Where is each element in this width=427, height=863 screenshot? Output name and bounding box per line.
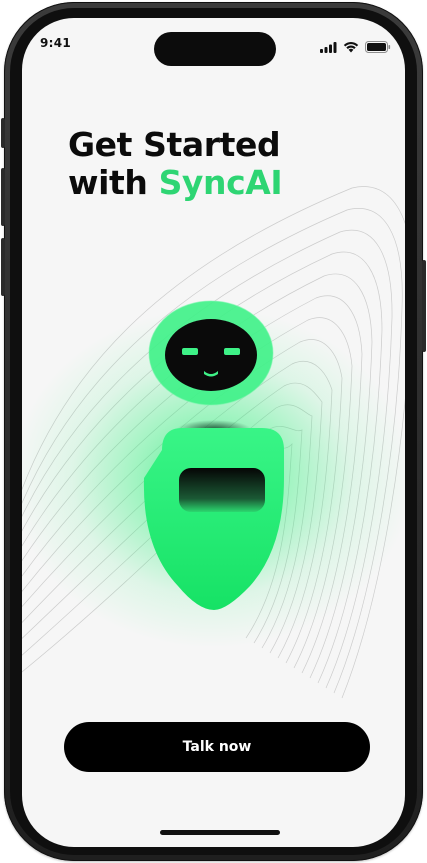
hero-illustration — [22, 186, 405, 699]
status-icons — [320, 38, 391, 57]
dynamic-island — [154, 32, 276, 66]
home-indicator[interactable] — [160, 830, 280, 835]
title-line-1: Get Started — [68, 125, 281, 164]
battery-icon — [365, 38, 391, 57]
phone-frame: 9:41 Get Started with SyncAI Talk now — [1, 2, 426, 861]
power-button — [422, 260, 426, 352]
status-bar: 9:41 — [22, 18, 405, 72]
volume-down-button — [1, 238, 5, 296]
talk-now-label: Talk now — [182, 739, 252, 755]
volume-up-button — [1, 168, 5, 226]
talk-now-button[interactable]: Talk now — [64, 722, 370, 772]
ai-robot-icon — [143, 300, 284, 610]
screen: 9:41 Get Started with SyncAI Talk now — [22, 18, 405, 847]
status-time: 9:41 — [40, 36, 72, 50]
wifi-icon — [343, 38, 359, 57]
signal-icon — [320, 38, 337, 57]
action-button — [1, 118, 5, 148]
